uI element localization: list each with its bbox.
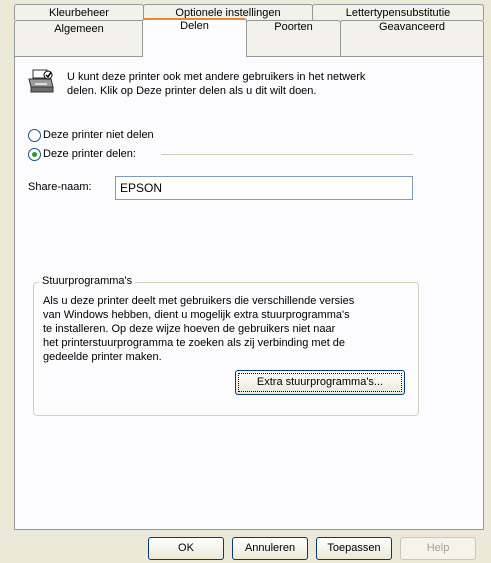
separator-line: [161, 154, 413, 155]
tab-label: Algemeen: [54, 23, 104, 35]
label-not-share[interactable]: Deze printer niet delen: [43, 129, 154, 141]
tab-label: Lettertypensubstitutie: [345, 7, 451, 19]
help-button[interactable]: Help: [400, 537, 476, 560]
label-share[interactable]: Deze printer delen:: [43, 148, 136, 160]
drivers-text-1: Als u deze printer deelt met gebruikers …: [43, 295, 355, 307]
drivers-text-4: het printerstuurprogramma te zoeken als …: [43, 337, 346, 349]
drivers-text-3: te installeren. Op deze wijze hoeven de …: [43, 323, 336, 335]
share-name-input[interactable]: EPSON: [115, 176, 413, 200]
tab-delen[interactable]: Delen: [142, 18, 247, 57]
info-line-1: U kunt deze printer ook met andere gebru…: [67, 71, 366, 83]
tab-poorten[interactable]: Poorten: [246, 20, 341, 57]
drivers-text-2: van Windows hebben, dient u mogelijk ext…: [43, 309, 350, 321]
tab-lettertypensubstitutie[interactable]: Lettertypensubstitutie: [312, 4, 484, 20]
radio-selected-dot: [32, 152, 37, 157]
radio-share[interactable]: [28, 148, 41, 161]
drivers-legend: Stuurprogramma's: [39, 275, 136, 287]
apply-button[interactable]: Toepassen: [316, 537, 392, 560]
cancel-button[interactable]: Annuleren: [232, 537, 308, 560]
share-name-label: Share-naam:: [28, 181, 92, 193]
ok-button[interactable]: OK: [148, 537, 224, 560]
tab-geavanceerd[interactable]: Geavanceerd: [340, 20, 484, 57]
tab-algemeen[interactable]: Algemeen: [14, 20, 144, 57]
drivers-text-5: gedeelde printer maken.: [43, 351, 162, 363]
info-line-2: delen. Klik op Deze printer delen als u …: [67, 85, 317, 97]
sharing-panel: U kunt deze printer ook met andere gebru…: [14, 56, 484, 530]
extra-drivers-button[interactable]: Extra stuurprogramma's...: [235, 370, 405, 395]
tab-label: Geavanceerd: [378, 21, 446, 33]
printer-icon: [27, 69, 55, 95]
tab-label: Delen: [180, 20, 209, 32]
radio-not-share[interactable]: [28, 129, 41, 142]
tab-label: Poorten: [274, 21, 313, 33]
